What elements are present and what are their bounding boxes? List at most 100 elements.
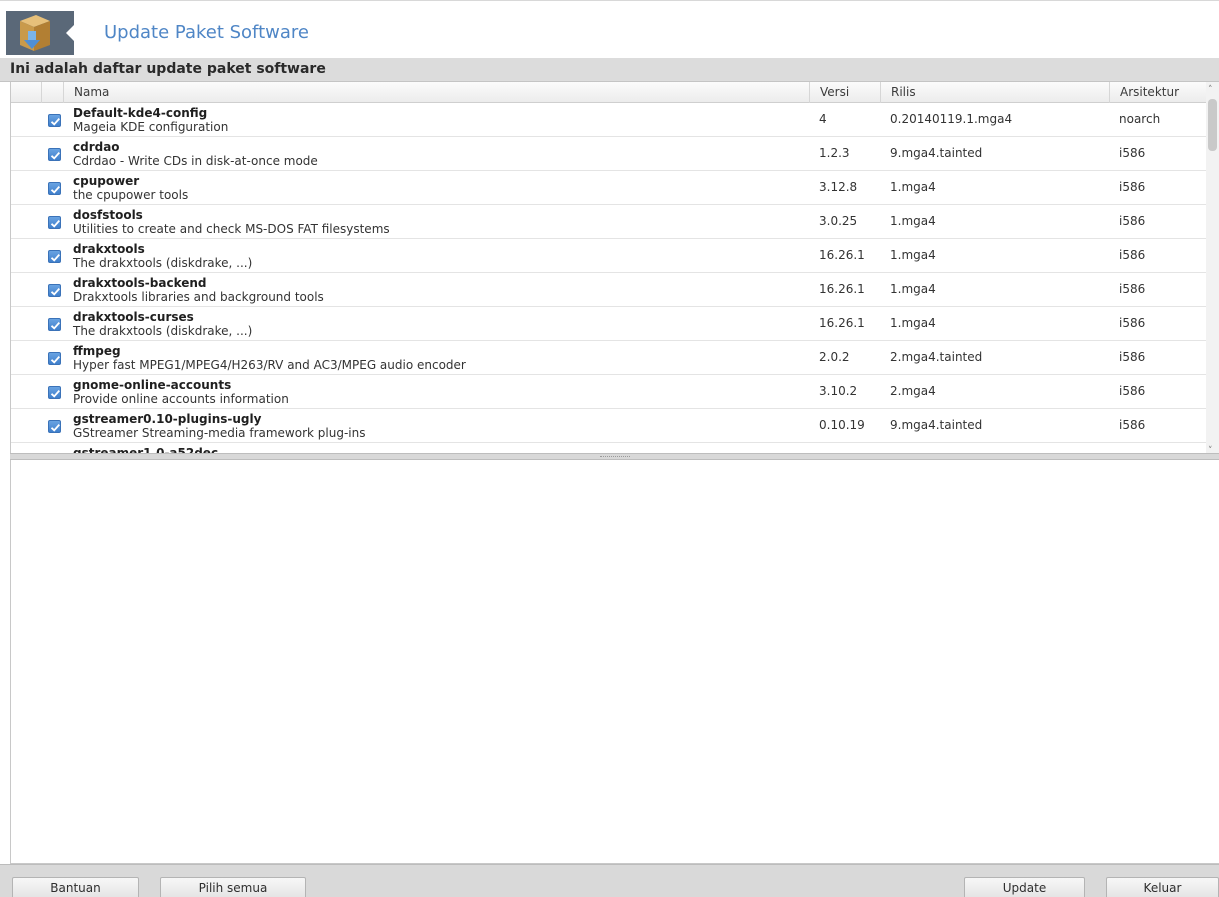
package-version: 2.0.2 <box>819 350 850 364</box>
package-arch: i586 <box>1119 214 1146 228</box>
row-checkbox[interactable] <box>48 182 61 195</box>
package-release: 2.mga4 <box>890 384 936 398</box>
package-description: Mageia KDE configuration <box>73 120 229 134</box>
checkmark-icon <box>50 185 60 194</box>
package-version: 16.26.1 <box>819 316 865 330</box>
package-version: 16.26.1 <box>819 248 865 262</box>
package-release: 2.mga4.tainted <box>890 350 983 364</box>
package-description: The drakxtools (diskdrake, ...) <box>73 256 253 270</box>
column-header-version[interactable]: Versi <box>809 82 880 103</box>
package-release: 1.mga4 <box>890 180 936 194</box>
quit-button[interactable]: Keluar <box>1106 877 1219 897</box>
column-header-name[interactable]: Nama <box>63 82 809 103</box>
table-row[interactable]: gstreamer0.10-plugins-ugly GStreamer Stre… <box>11 409 1209 443</box>
package-version: 0.10.19 <box>819 418 865 432</box>
list-subtitle: Ini adalah daftar update paket software <box>10 61 326 77</box>
package-release: 1.mga4 <box>890 248 936 262</box>
select-all-button[interactable]: Pilih semua <box>160 877 306 897</box>
table-row[interactable]: Default-kde4-config Mageia KDE configurat… <box>11 103 1209 137</box>
package-arch: i586 <box>1119 384 1146 398</box>
checkmark-icon <box>50 287 60 296</box>
vertical-scrollbar[interactable]: ˄ ˅ <box>1206 82 1219 460</box>
column-header-spacer <box>11 82 41 103</box>
help-button[interactable]: Bantuan <box>12 877 139 897</box>
column-header-arch[interactable]: Arsitektur <box>1109 82 1209 103</box>
table-row[interactable]: ffmpeg Hyper fast MPEG1/MPEG4/H263/RV and… <box>11 341 1209 375</box>
scroll-up-icon[interactable]: ˄ <box>1208 85 1213 95</box>
row-checkbox[interactable] <box>48 148 61 161</box>
package-name: dosfstools <box>73 208 143 222</box>
pane-splitter[interactable] <box>10 453 1219 460</box>
package-description: Hyper fast MPEG1/MPEG4/H263/RV and AC3/M… <box>73 358 466 372</box>
row-checkbox[interactable] <box>48 352 61 365</box>
table-row[interactable]: drakxtools-backend Drakxtools libraries a… <box>11 273 1209 307</box>
package-version: 3.10.2 <box>819 384 858 398</box>
package-version: 4 <box>819 112 827 126</box>
package-version: 16.26.1 <box>819 282 865 296</box>
button-bar: Bantuan Pilih semua Update Keluar <box>0 864 1219 897</box>
table-row[interactable]: dosfstools Utilities to create and check … <box>11 205 1209 239</box>
package-name: Default-kde4-config <box>73 106 208 120</box>
app-title: Update Paket Software <box>104 22 309 43</box>
table-row[interactable]: drakxtools The drakxtools (diskdrake, ...… <box>11 239 1209 273</box>
package-arch: i586 <box>1119 350 1146 364</box>
checkmark-icon <box>50 219 60 228</box>
row-checkbox[interactable] <box>48 114 61 127</box>
splitter-grip-icon[interactable] <box>600 456 630 458</box>
package-name: drakxtools-backend <box>73 276 207 290</box>
package-description: The drakxtools (diskdrake, ...) <box>73 324 253 338</box>
checkmark-icon <box>50 151 60 160</box>
row-checkbox[interactable] <box>48 386 61 399</box>
package-version: 1.2.3 <box>819 146 850 160</box>
package-version: 3.12.8 <box>819 180 858 194</box>
package-release: 1.mga4 <box>890 316 936 330</box>
header: Update Paket Software <box>0 0 1219 58</box>
update-button[interactable]: Update <box>964 877 1085 897</box>
row-checkbox[interactable] <box>48 250 61 263</box>
package-release: 9.mga4.tainted <box>890 146 983 160</box>
row-checkbox[interactable] <box>48 318 61 331</box>
column-header-release[interactable]: Rilis <box>880 82 1109 103</box>
package-arch: i586 <box>1119 418 1146 432</box>
table-row[interactable]: cdrdao Cdrdao - Write CDs in disk-at-once… <box>11 137 1209 171</box>
package-description: Cdrdao - Write CDs in disk-at-once mode <box>73 154 318 168</box>
package-rows: Default-kde4-config Mageia KDE configurat… <box>11 103 1209 460</box>
table-row[interactable]: cpupower the cpupower tools 3.12.8 1.mga4 i5… <box>11 171 1209 205</box>
row-checkbox[interactable] <box>48 216 61 229</box>
table-row[interactable]: drakxtools-curses The drakxtools (diskdra… <box>11 307 1209 341</box>
package-arch: i586 <box>1119 248 1146 262</box>
scroll-thumb[interactable] <box>1208 99 1217 151</box>
package-name: gstreamer0.10-plugins-ugly <box>73 412 262 426</box>
package-description: Provide online accounts information <box>73 392 289 406</box>
column-header-check[interactable] <box>41 82 63 103</box>
checkmark-icon <box>50 117 60 126</box>
package-info-pane <box>10 460 1219 864</box>
package-arch: i586 <box>1119 316 1146 330</box>
row-checkbox[interactable] <box>48 284 61 297</box>
package-name: drakxtools <box>73 242 145 256</box>
package-name: ffmpeg <box>73 344 121 358</box>
row-checkbox[interactable] <box>48 420 61 433</box>
package-description: Drakxtools libraries and background tool… <box>73 290 324 304</box>
package-release: 9.mga4.tainted <box>890 418 983 432</box>
package-description: Utilities to create and check MS-DOS FAT… <box>73 222 390 236</box>
package-arch: i586 <box>1119 282 1146 296</box>
checkmark-icon <box>50 253 60 262</box>
package-version: 3.0.25 <box>819 214 858 228</box>
package-arch: i586 <box>1119 146 1146 160</box>
checkmark-icon <box>50 423 60 432</box>
package-description: GStreamer Streaming-media framework plug… <box>73 426 366 440</box>
checkmark-icon <box>50 321 60 330</box>
package-name: cdrdao <box>73 140 120 154</box>
package-name: drakxtools-curses <box>73 310 194 324</box>
package-arch: i586 <box>1119 180 1146 194</box>
package-description: the cpupower tools <box>73 188 189 202</box>
package-update-icon <box>6 11 82 55</box>
package-name: gnome-online-accounts <box>73 378 232 392</box>
package-name: cpupower <box>73 174 140 188</box>
package-release: 1.mga4 <box>890 282 936 296</box>
table-row[interactable]: gnome-online-accounts Provide online acco… <box>11 375 1209 409</box>
package-release: 1.mga4 <box>890 214 936 228</box>
package-list[interactable]: Nama Versi Rilis Arsitektur Default-kde4… <box>10 82 1219 460</box>
column-header: Nama Versi Rilis Arsitektur <box>11 82 1209 103</box>
